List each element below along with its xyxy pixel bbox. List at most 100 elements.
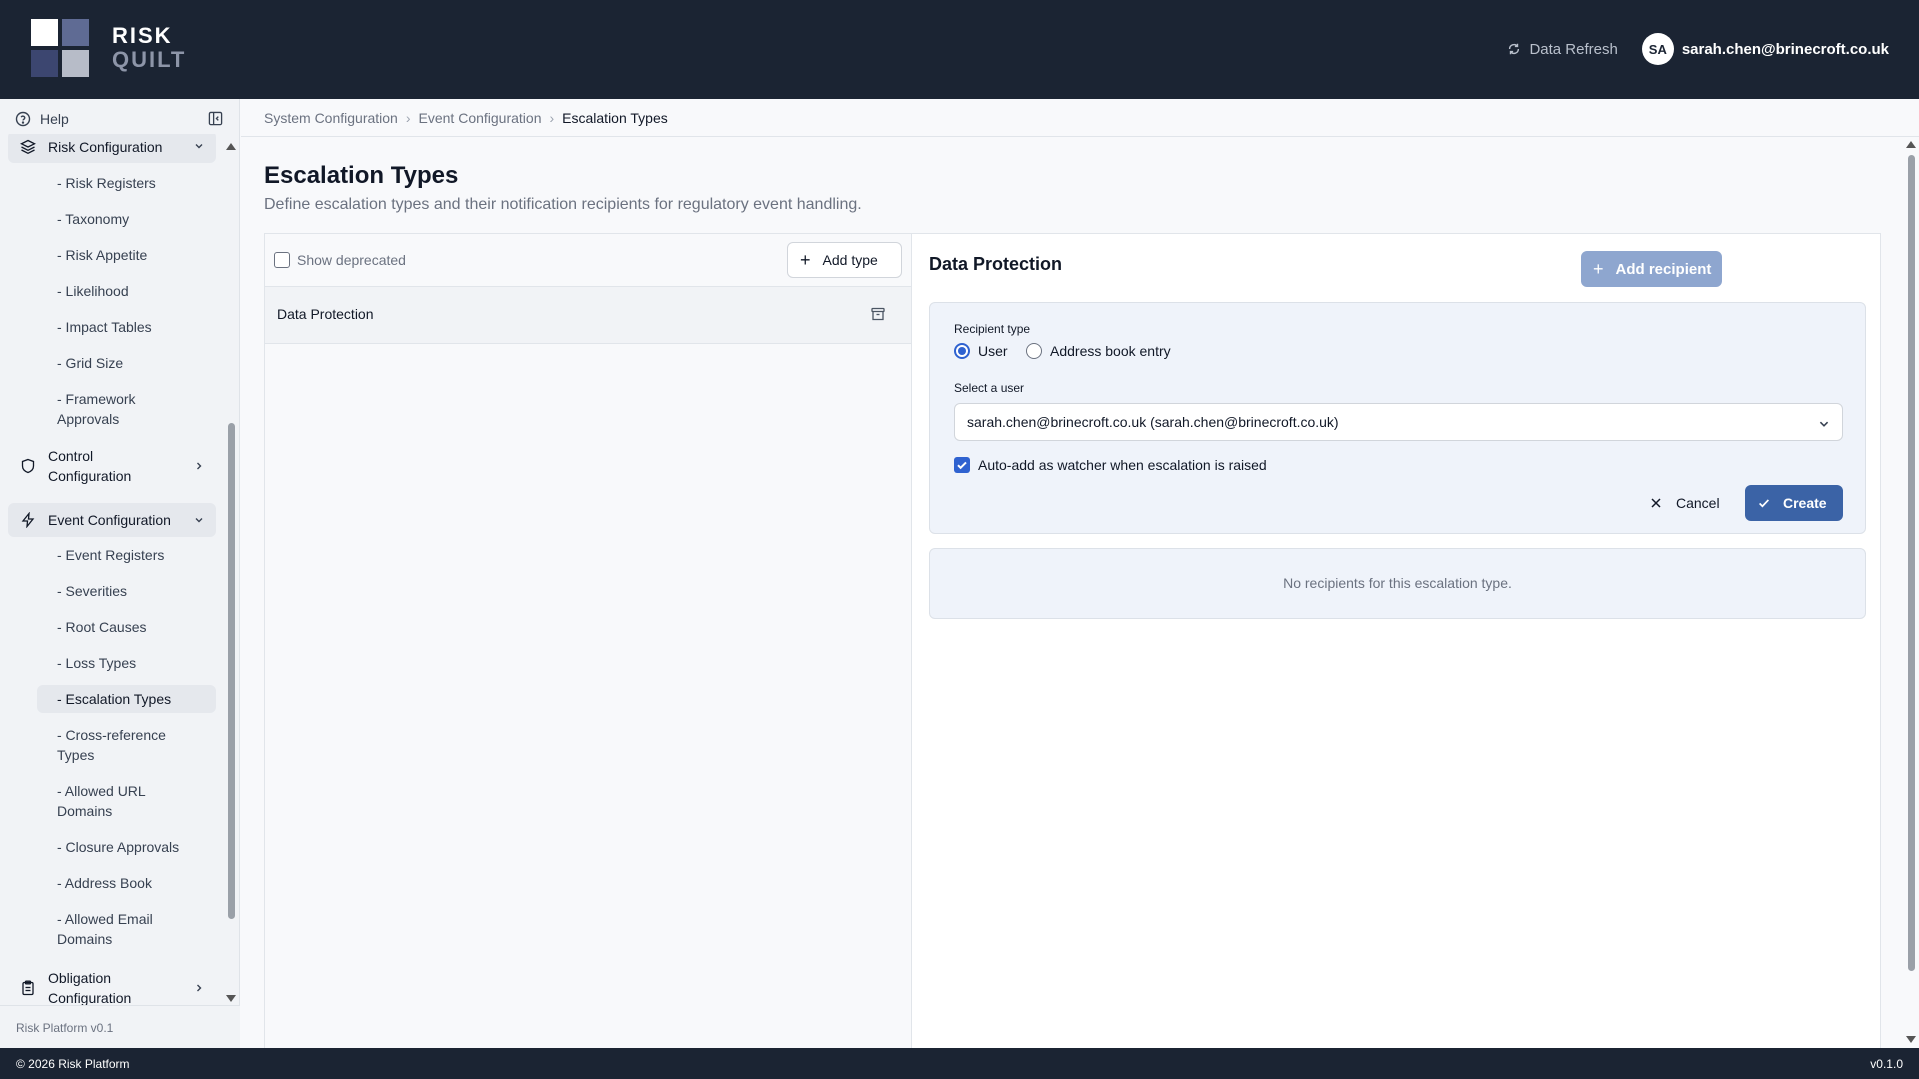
types-list-pane: Show deprecated + Add type Data Protecti… [265,234,912,1054]
auto-add-watcher-label[interactable]: Auto-add as watcher when escalation is r… [978,457,1267,473]
chevron-down-icon [195,144,203,149]
create-label: Create [1783,495,1827,511]
sidebar-item-allowed-url-domains[interactable]: - Allowed URL Domains [37,777,177,825]
create-button[interactable]: Create [1745,485,1843,521]
main-content: Escalation Types Define escalation types… [241,138,1901,1054]
cancel-label: Cancel [1676,495,1720,511]
radio-address-book-label[interactable]: Address book entry [1050,343,1171,359]
type-detail-pane: Data Protection + Add recipient Recipien… [913,234,1880,1054]
sidebar-item-loss-types[interactable]: - Loss Types [37,649,216,677]
platform-version: Risk Platform v0.1 [0,1005,240,1048]
sidebar-item-framework-approvals[interactable]: - Framework Approvals [37,385,197,433]
chevron-right-icon: › [549,109,555,126]
app-version: v0.1.0 [1870,1056,1903,1071]
scroll-up-arrow-icon[interactable] [226,143,236,150]
user-email[interactable]: sarah.chen@brinecroft.co.uk [1682,41,1889,58]
brand-name-line2: QUILT [112,47,187,72]
app-footer: © 2026 Risk Platform v0.1.0 [0,1048,1919,1079]
page-subtitle: Define escalation types and their notifi… [264,196,862,213]
add-type-label: Add type [822,252,878,268]
nav-group-obligation-configuration[interactable]: Obligation Configuration [8,966,216,1009]
scroll-up-arrow-icon[interactable] [1906,141,1916,148]
sidebar-item-likelihood[interactable]: - Likelihood [37,277,216,305]
cancel-button[interactable]: Cancel [1650,485,1740,521]
add-type-button[interactable]: + Add type [787,242,902,278]
user-select[interactable]: sarah.chen@brinecroft.co.uk (sarah.chen@… [954,403,1843,441]
main-scrollbar-thumb[interactable] [1908,155,1915,971]
types-toolbar: Show deprecated + Add type [265,234,911,287]
sidebar-item-closure-approvals[interactable]: - Closure Approvals [37,833,216,861]
avatar[interactable]: SA [1641,33,1674,65]
nav-group-label: Risk Configuration [48,139,163,155]
radio-user[interactable] [954,343,970,359]
copyright-text: © 2026 Risk Platform [16,1056,130,1071]
top-header: RISK QUILT Data Refresh SA sarah.chen@br… [0,0,1919,99]
chevron-right-icon [197,984,202,992]
layers-icon [20,139,36,155]
radio-user-label[interactable]: User [978,343,1008,359]
show-deprecated-checkbox[interactable] [274,252,290,268]
chevron-right-icon [197,462,202,470]
page-title: Escalation Types [264,162,459,189]
lightning-icon [21,512,35,528]
sidebar-item-grid-size[interactable]: - Grid Size [37,349,216,377]
logo-mark [31,19,89,77]
escalation-panel: Show deprecated + Add type Data Protecti… [264,233,1881,1054]
sidebar-item-risk-registers[interactable]: - Risk Registers [37,169,216,197]
sidebar: Help Risk Configuration - Risk Registers… [0,99,240,1048]
nav-group-risk-configuration[interactable]: Risk Configuration [8,134,216,163]
sidebar-nav: Risk Configuration - Risk Registers - Ta… [0,134,222,1009]
data-refresh-button[interactable]: Data Refresh [1507,41,1618,58]
sidebar-item-taxonomy[interactable]: - Taxonomy [37,205,216,233]
list-item[interactable]: Data Protection [265,287,911,344]
sidebar-item-event-registers[interactable]: - Event Registers [37,541,216,569]
add-recipient-label: Add recipient [1615,260,1712,278]
select-user-label: Select a user [954,381,1025,395]
plus-icon: + [800,250,811,270]
user-select-value: sarah.chen@brinecroft.co.uk (sarah.chen@… [967,414,1339,430]
breadcrumb-system-configuration[interactable]: System Configuration [264,110,398,126]
brand-name-line1: RISK [112,23,173,48]
breadcrumb: System Configuration › Event Configurati… [241,99,1919,137]
plus-icon: + [1593,259,1604,279]
chevron-down-icon [1819,421,1829,427]
sidebar-item-address-book[interactable]: - Address Book [37,869,216,897]
shield-icon [21,458,35,474]
nav-group-control-configuration[interactable]: Control Configuration [8,444,216,488]
help-link[interactable]: Help [0,99,240,139]
radio-address-book[interactable] [1026,343,1042,359]
recipient-type-label: Recipient type [954,322,1031,336]
empty-recipients-message: No recipients for this escalation type. [929,548,1866,619]
breadcrumb-event-configuration[interactable]: Event Configuration [419,110,542,126]
scroll-down-arrow-icon[interactable] [1906,1036,1916,1043]
chevron-down-icon [195,518,203,523]
show-deprecated-label[interactable]: Show deprecated [297,252,406,268]
refresh-icon [1509,43,1520,55]
sidebar-scrollbar-thumb[interactable] [228,423,235,919]
auto-add-watcher-checkbox[interactable] [954,457,970,473]
sidebar-item-allowed-email-domains[interactable]: - Allowed Email Domains [37,905,177,953]
nav-group-label: Obligation Configuration [48,970,132,1006]
add-recipient-button[interactable]: + Add recipient [1581,251,1722,287]
sidebar-item-severities[interactable]: - Severities [37,577,216,605]
sidebar-item-escalation-types[interactable]: - Escalation Types [37,685,216,713]
check-icon [957,461,967,470]
nav-group-label: Control Configuration [48,448,132,484]
chevron-right-icon: › [405,109,411,126]
type-name: Data Protection [277,306,374,322]
sidebar-item-risk-appetite[interactable]: - Risk Appetite [37,241,216,269]
detail-title: Data Protection [929,254,1063,274]
sidebar-item-cross-reference-types[interactable]: - Cross-reference Types [37,721,197,769]
nav-group-label: Event Configuration [48,512,171,528]
archive-icon[interactable] [870,306,886,322]
brand-logo[interactable]: RISK QUILT [31,19,186,77]
breadcrumb-current: Escalation Types [562,109,668,126]
close-icon [1651,498,1661,508]
nav-group-event-configuration[interactable]: Event Configuration [8,503,216,537]
sidebar-item-impact-tables[interactable]: - Impact Tables [37,313,216,341]
help-label: Help [40,111,69,127]
scroll-down-arrow-icon[interactable] [226,995,236,1002]
sidebar-item-root-causes[interactable]: - Root Causes [37,613,216,641]
help-icon [15,111,31,127]
collapse-sidebar-icon[interactable] [208,111,223,131]
